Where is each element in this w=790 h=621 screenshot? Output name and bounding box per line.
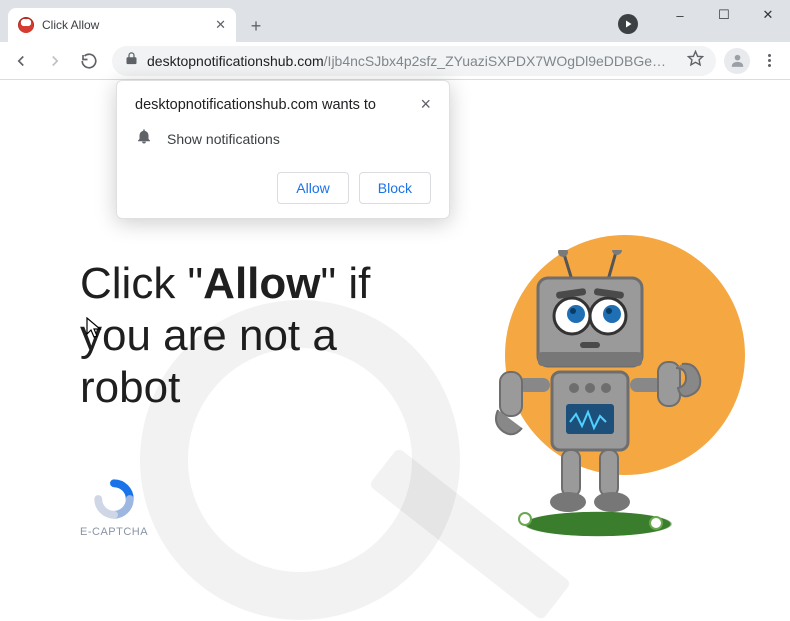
browser-menu-button[interactable] (754, 46, 784, 76)
hero-headline: Click "Allow" if you are not a robot (80, 258, 430, 414)
permission-title: desktopnotificationshub.com wants to (135, 97, 412, 113)
captcha-badge: E-CAPTCHA (80, 478, 148, 538)
permission-item-label: Show notifications (167, 131, 280, 147)
notification-permission-dialog: desktopnotificationshub.com wants to × S… (116, 80, 450, 219)
bell-icon (135, 127, 153, 150)
mouse-cursor-icon (86, 317, 102, 339)
window-close-button[interactable]: ✕ (746, 0, 790, 30)
toolbar: desktopnotificationshub.com/Ijb4ncSJbx4p… (0, 42, 790, 80)
media-indicator[interactable] (618, 14, 638, 34)
browser-tab[interactable]: Click Allow ✕ (8, 8, 236, 42)
url-text: desktopnotificationshub.com/Ijb4ncSJbx4p… (147, 53, 679, 69)
address-bar[interactable]: desktopnotificationshub.com/Ijb4ncSJbx4p… (112, 46, 716, 76)
lock-icon (124, 51, 139, 71)
forward-button[interactable] (40, 46, 70, 76)
back-button[interactable] (6, 46, 36, 76)
permission-close-icon[interactable]: × (420, 97, 431, 111)
captcha-ring-icon (93, 478, 135, 520)
window-controls: – ☐ ✕ (658, 0, 790, 30)
window-maximize-button[interactable]: ☐ (702, 0, 746, 30)
profile-avatar[interactable] (724, 48, 750, 74)
url-path: /Ijb4ncSJbx4p2sfz_ZYuaziSXPDX7WOgDl9eDDB… (324, 53, 666, 69)
captcha-label: E-CAPTCHA (80, 526, 148, 538)
new-tab-button[interactable]: + (242, 12, 270, 40)
tab-title: Click Allow (42, 18, 207, 32)
tab-favicon (18, 17, 34, 33)
robot-illustration (440, 210, 750, 550)
window-minimize-button[interactable]: – (658, 0, 702, 30)
url-host: desktopnotificationshub.com (147, 53, 324, 69)
reload-button[interactable] (74, 46, 104, 76)
bookmark-star-icon[interactable] (687, 50, 704, 72)
hero-prefix: Click " (80, 259, 203, 308)
tab-close-icon[interactable]: ✕ (215, 17, 226, 33)
hero-bold: Allow (203, 259, 320, 308)
block-button[interactable]: Block (359, 172, 431, 204)
titlebar: Click Allow ✕ + – ☐ ✕ (0, 0, 790, 42)
allow-button[interactable]: Allow (277, 172, 348, 204)
